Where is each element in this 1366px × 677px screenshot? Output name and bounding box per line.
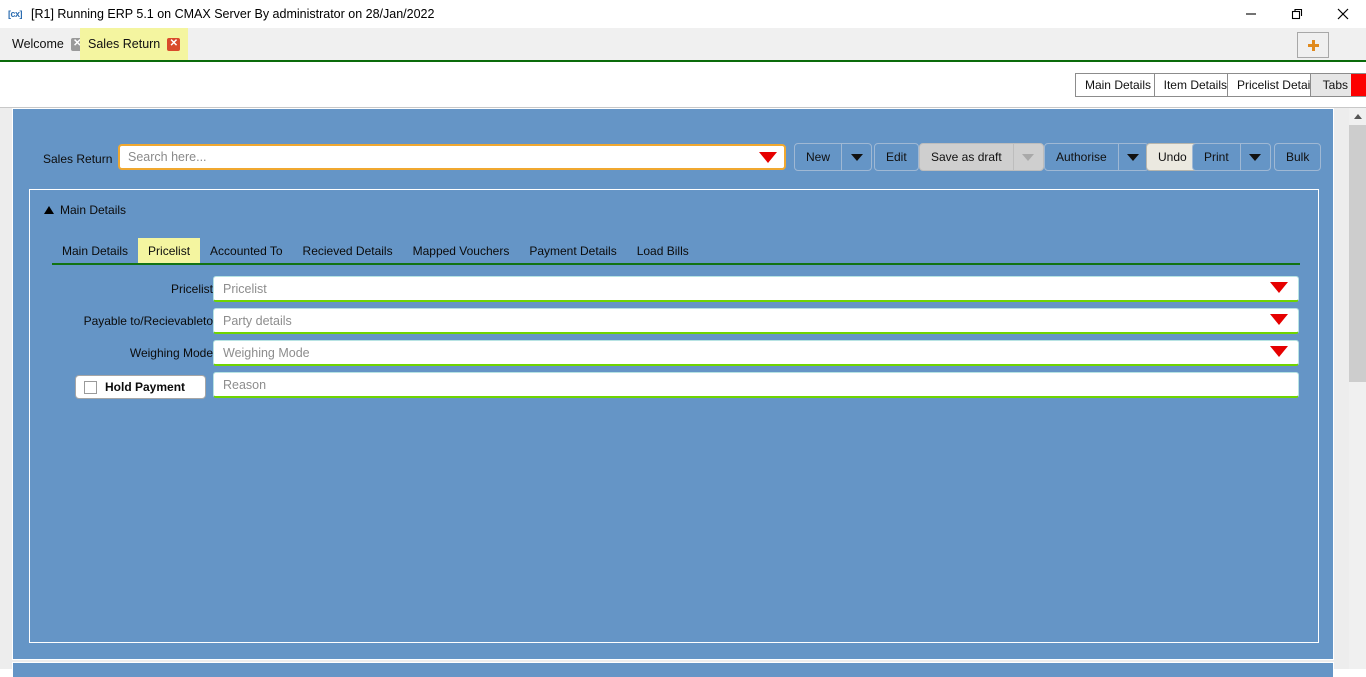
ribbon-button-item-details[interactable]: Item Details	[1153, 73, 1237, 97]
new-button-label: New	[806, 150, 831, 164]
close-icon[interactable]	[1320, 0, 1366, 28]
pricelist-placeholder: Pricelist	[223, 281, 267, 296]
document-tab-welcome[interactable]: Welcome ✕	[4, 28, 92, 60]
checkbox-icon[interactable]	[84, 380, 97, 394]
weighing-mode-dropdown[interactable]: Weighing Mode	[213, 340, 1299, 366]
party-details-placeholder: Party details	[223, 313, 292, 328]
inner-tab-load-bills[interactable]: Load Bills	[627, 238, 699, 263]
tab-label: Welcome	[12, 37, 64, 51]
bottom-panel-strip	[12, 662, 1334, 677]
weighing-mode-placeholder: Weighing Mode	[223, 345, 310, 360]
document-tab-sales-return[interactable]: Sales Return ✕	[80, 28, 189, 60]
main-details-card: Main Details Main Details Pricelist Acco…	[29, 189, 1319, 643]
print-button[interactable]: Print	[1192, 143, 1271, 171]
hold-payment-checkbox[interactable]: Hold Payment	[75, 375, 206, 399]
chevron-down-icon	[1249, 153, 1262, 161]
inner-tab-payment-details[interactable]: Payment Details	[519, 238, 626, 263]
print-button-label: Print	[1204, 150, 1229, 164]
scroll-up-icon[interactable]	[1349, 108, 1366, 125]
chevron-down-icon	[1022, 153, 1035, 161]
triangle-up-icon	[1353, 114, 1362, 119]
search-input[interactable]	[120, 145, 750, 169]
print-dropdown-toggle[interactable]	[1239, 144, 1270, 170]
authorise-button[interactable]: Authorise	[1044, 143, 1149, 171]
dropdown-caret-icon[interactable]	[1270, 282, 1288, 293]
ribbon-bar: Main Details Item Details Pricelist Deta…	[0, 64, 1366, 108]
triangle-up-icon	[44, 206, 54, 214]
window-controls	[1228, 0, 1366, 28]
vertical-scrollbar[interactable]	[1349, 108, 1366, 669]
form-row-pricelist: Pricelist Pricelist	[30, 276, 1318, 304]
minimize-icon[interactable]	[1228, 0, 1274, 28]
field-label-pricelist: Pricelist	[170, 282, 213, 296]
inner-tab-mapped-vouchers[interactable]: Mapped Vouchers	[403, 238, 520, 263]
document-tab-strip: Welcome ✕ Sales Return ✕	[0, 28, 1366, 62]
bulk-button-label: Bulk	[1286, 150, 1310, 164]
form-row-hold-payment: Hold Payment Reason	[30, 372, 1318, 400]
inner-tab-main-details[interactable]: Main Details	[52, 238, 138, 263]
undo-button-label: Undo	[1158, 150, 1187, 164]
ribbon-button-main-details[interactable]: Main Details	[1074, 73, 1161, 97]
edit-button[interactable]: Edit	[874, 143, 919, 171]
save-dropdown-toggle[interactable]	[1012, 144, 1043, 170]
undo-button[interactable]: Undo	[1146, 143, 1199, 171]
form-row-weighing-mode: Weighing Mode Weighing Mode	[30, 340, 1318, 368]
scrollbar-thumb[interactable]	[1349, 125, 1366, 382]
inner-tab-pricelist[interactable]: Pricelist	[138, 238, 201, 263]
ribbon-button-tabs[interactable]: Tabs	[1309, 73, 1366, 97]
plus-icon	[1307, 39, 1319, 51]
close-icon[interactable]: ✕	[167, 37, 181, 51]
new-tab-button[interactable]	[1297, 32, 1329, 58]
party-details-dropdown[interactable]: Party details	[213, 308, 1299, 334]
section-title: Main Details	[60, 203, 127, 217]
maximize-icon[interactable]	[1274, 0, 1320, 28]
dropdown-caret-icon[interactable]	[759, 152, 777, 163]
module-label: Sales Return	[43, 152, 113, 166]
cx-app-icon: [cx]	[7, 9, 23, 19]
window-title: [R1] Running ERP 5.1 on CMAX Server By a…	[31, 7, 435, 21]
dropdown-caret-icon[interactable]	[1270, 346, 1288, 357]
inner-tab-accounted-to[interactable]: Accounted To	[200, 238, 293, 263]
hold-payment-label: Hold Payment	[105, 380, 186, 394]
authorise-dropdown-toggle[interactable]	[1117, 144, 1148, 170]
search-box[interactable]	[118, 144, 786, 170]
ribbon-button-tabs-label: Tabs	[1322, 78, 1348, 92]
dropdown-caret-icon[interactable]	[1270, 314, 1288, 325]
record-toolbar: Sales Return New Edit Save as draft	[29, 140, 1322, 182]
chevron-down-icon	[1127, 153, 1140, 161]
sales-return-panel: Sales Return New Edit Save as draft	[12, 108, 1334, 660]
new-button[interactable]: New	[794, 143, 873, 171]
red-marker	[1351, 74, 1366, 96]
field-label-weighing-mode: Weighing Mode	[129, 346, 213, 360]
new-dropdown-toggle[interactable]	[841, 144, 871, 170]
window-title-bar: [cx] [R1] Running ERP 5.1 on CMAX Server…	[0, 0, 1366, 28]
save-as-draft-label: Save as draft	[931, 150, 1002, 164]
save-as-draft-button[interactable]: Save as draft	[919, 143, 1044, 171]
inner-tab-recieved-details[interactable]: Recieved Details	[293, 238, 403, 263]
form-row-payable-to: Payable to/Recievableto Party details	[30, 308, 1318, 336]
bulk-button[interactable]: Bulk	[1274, 143, 1322, 171]
pricelist-dropdown[interactable]: Pricelist	[213, 276, 1299, 302]
field-label-payable-to: Payable to/Recievableto	[83, 314, 213, 328]
main-details-section-header[interactable]: Main Details	[44, 203, 126, 217]
reason-placeholder: Reason	[223, 377, 267, 392]
chevron-down-icon	[850, 153, 863, 161]
authorise-button-label: Authorise	[1056, 150, 1107, 164]
inner-tab-bar: Main Details Pricelist Accounted To Reci…	[52, 238, 1300, 265]
tab-label: Sales Return	[88, 37, 161, 51]
reason-input[interactable]: Reason	[213, 372, 1299, 398]
work-area: Sales Return New Edit Save as draft	[0, 108, 1366, 677]
edit-button-label: Edit	[886, 150, 907, 164]
